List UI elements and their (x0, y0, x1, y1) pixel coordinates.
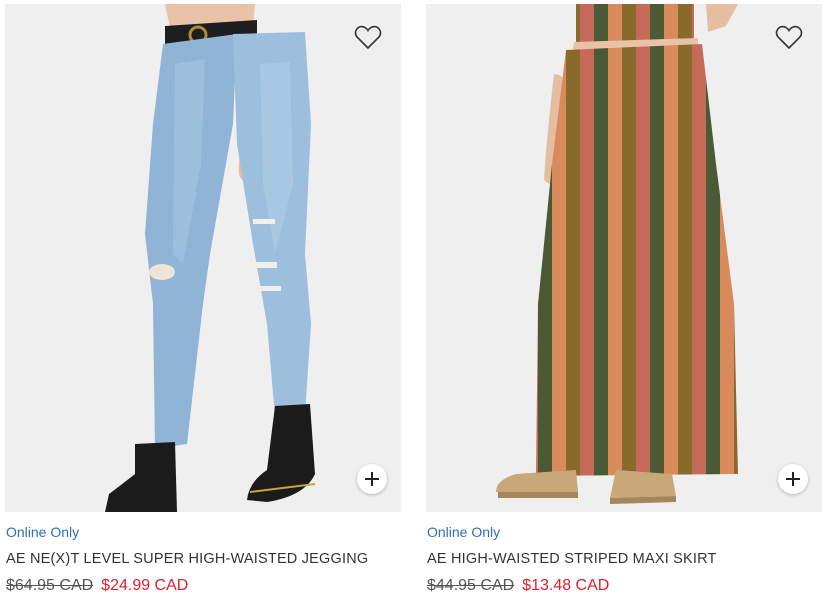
sale-price: $24.99 CAD (101, 577, 189, 594)
sale-price: $13.48 CAD (522, 577, 610, 594)
original-price: $64.95 CAD (6, 577, 94, 594)
original-price: $44.95 CAD (427, 577, 515, 594)
jegging-illustration (5, 4, 401, 512)
online-only-badge: Online Only (427, 524, 501, 540)
online-only-badge: Online Only (6, 524, 80, 540)
product-image-maxi-skirt[interactable] (426, 4, 822, 512)
quick-add-button[interactable] (778, 464, 808, 494)
product-title[interactable]: AE NE(X)T LEVEL SUPER HIGH-WAISTED JEGGI… (6, 551, 368, 567)
product-card[interactable]: Online Only AE HIGH-WAISTED STRIPED MAXI… (426, 0, 822, 597)
product-title[interactable]: AE HIGH-WAISTED STRIPED MAXI SKIRT (427, 551, 717, 567)
product-card[interactable]: Online Only AE NE(X)T LEVEL SUPER HIGH-W… (5, 0, 401, 597)
quick-add-button[interactable] (357, 464, 387, 494)
product-image-jegging[interactable] (5, 4, 401, 512)
favorite-heart-icon[interactable] (774, 22, 804, 52)
favorite-heart-icon[interactable] (353, 22, 383, 52)
maxi-skirt-illustration (426, 4, 822, 512)
plus-icon (365, 472, 379, 486)
price-block: $44.95 CAD $13.48 CAD (427, 577, 609, 595)
price-block: $64.95 CAD $24.99 CAD (6, 577, 188, 595)
plus-icon (786, 472, 800, 486)
